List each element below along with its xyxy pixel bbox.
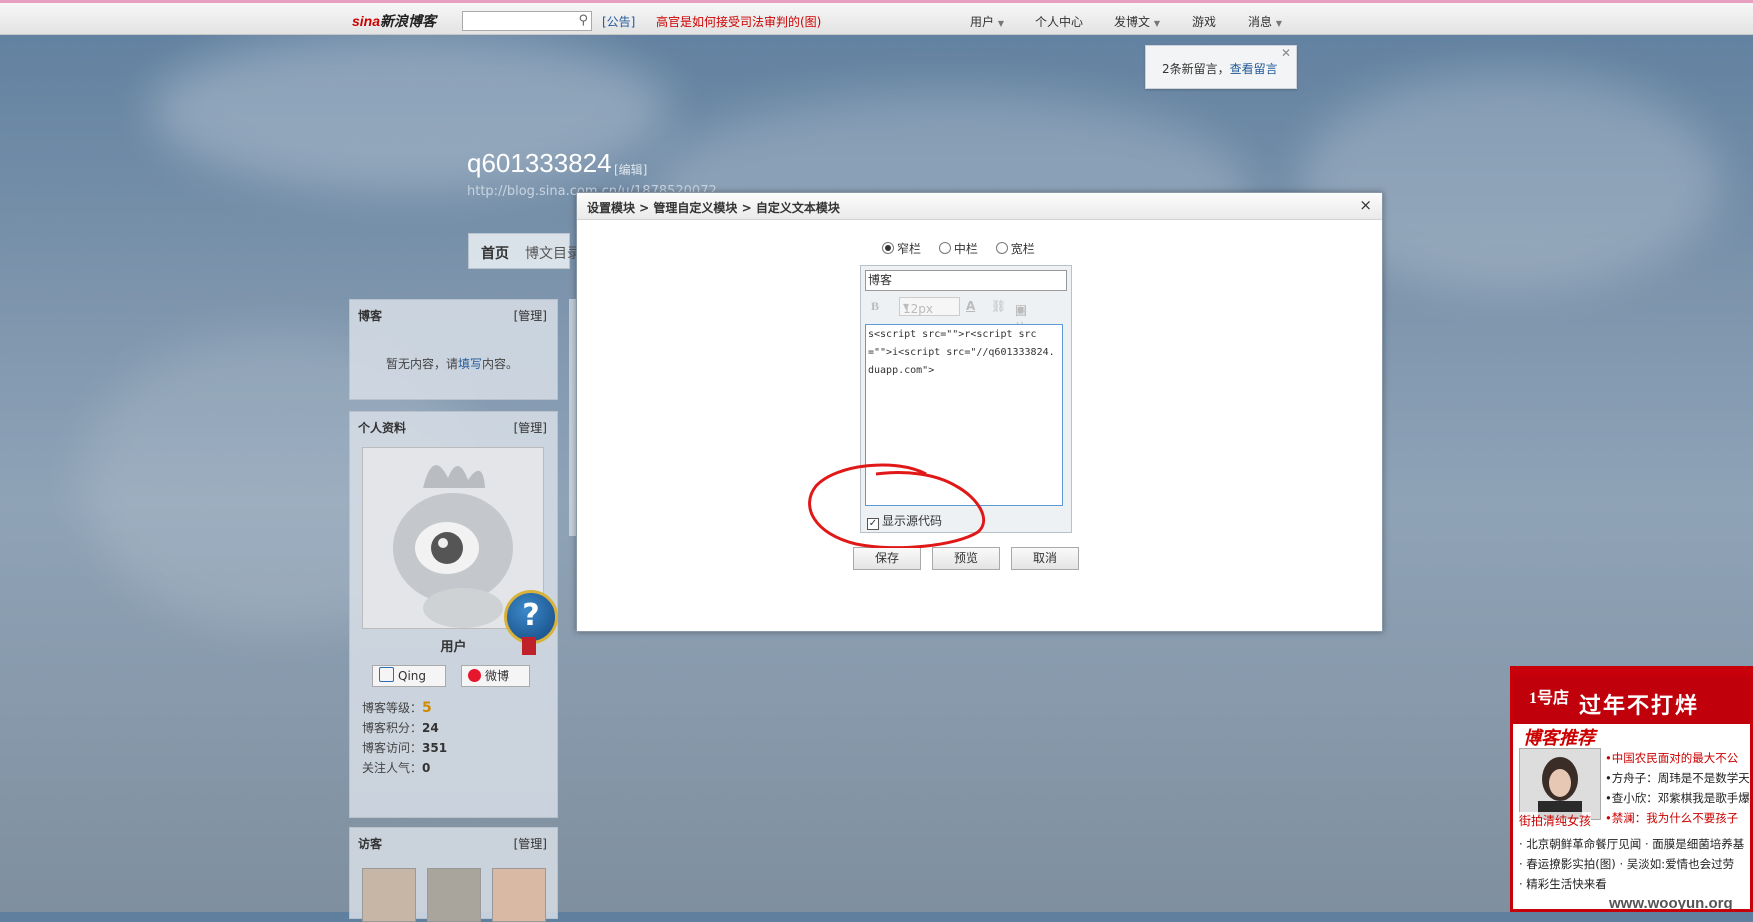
visitor-avatar[interactable] [492, 868, 546, 922]
manage-link[interactable]: [管理] [514, 835, 547, 852]
nav-messages[interactable]: 消息 ▼ [1248, 13, 1282, 30]
ad-photo-caption[interactable]: 街拍清纯女孩 [1519, 812, 1592, 829]
ad-logo: 1号店 [1529, 690, 1570, 707]
top-navigation-bar: sina新浪博客 ⚲ [公告] 高官是如何接受司法审判的(图) 用户 ▼ 个人中… [0, 3, 1753, 35]
blog-title: q601333824 [467, 148, 612, 178]
ad-link[interactable]: · 精彩生活快来看 [1519, 876, 1607, 892]
headline-link[interactable]: 高官是如何接受司法审判的(图) [656, 13, 821, 30]
ad-link[interactable]: •查小欣：邓紫棋我是歌手爆 [1605, 790, 1750, 806]
nav-games[interactable]: 游戏 [1192, 13, 1216, 30]
editor-toolbar: B 12px ▾ A ⛓ ▣图片 [871, 297, 1028, 335]
ad-link[interactable]: · 春运撩影实拍(图) · 吴淡如:爱情也会过劳 [1519, 856, 1734, 872]
tab-home[interactable]: 首页 [481, 243, 509, 263]
dialog-header: 设置模块 > 管理自定义模块 > 自定义文本模块 × [577, 193, 1382, 220]
ad-header: 1号店 过年不打烊 [1513, 676, 1750, 724]
qing-button[interactable]: Qing [372, 665, 446, 687]
stat-blog-level: 博客等级：5 [362, 700, 432, 716]
width-options: 窄栏 中栏 宽栏 [882, 240, 1049, 257]
profile-username: 用户 [440, 640, 467, 655]
new-message-popup: ✕ 2条新留言，查看留言 [1145, 45, 1297, 89]
stat-blog-points: 博客积分：24 [362, 721, 439, 735]
ad-banner[interactable]: 1号店 过年不打烊 博客推荐 街拍清纯女孩 •中国农民面对的最大不公 •方舟子：… [1510, 673, 1753, 912]
bold-icon[interactable]: B [871, 299, 879, 314]
red-circle-annotation [808, 463, 985, 548]
panel-title: 个人资料 [358, 421, 407, 435]
nav-personal-center[interactable]: 个人中心 [1035, 13, 1083, 30]
weibo-button[interactable]: 微博 [461, 665, 530, 687]
edit-title-link[interactable]: [编辑] [614, 161, 647, 178]
sina-blog-logo[interactable]: sina新浪博客 [352, 11, 436, 31]
save-button[interactable]: 保存 [853, 547, 921, 570]
nav-write-post[interactable]: 发博文 ▼ [1114, 13, 1160, 30]
font-size-select[interactable]: 12px ▾ [899, 297, 960, 316]
ad-link[interactable]: •中国农民面对的最大不公 [1605, 750, 1738, 766]
fill-content-link[interactable]: 填写 [458, 357, 482, 371]
nav-user[interactable]: 用户 ▼ [970, 13, 1004, 30]
ad-link[interactable]: •禁澜：我为什么不要孩子 [1605, 810, 1738, 826]
manage-link[interactable]: [管理] [514, 307, 547, 324]
radio-icon [938, 242, 951, 254]
blog-tabs: 首页 博文目录 [468, 233, 581, 269]
blog-panel: 博客 [管理] 暂无内容，请填写内容。 [349, 299, 558, 400]
font-color-icon[interactable]: A [966, 299, 975, 313]
ad-title: 过年不打烊 [1579, 694, 1700, 719]
radio-medium[interactable]: 中栏 [938, 240, 978, 257]
stat-followers: 关注人气：0 [362, 761, 431, 775]
tab-article-list[interactable]: 博文目录 [525, 243, 581, 263]
visitor-avatar[interactable] [427, 868, 481, 922]
radio-selected-icon [882, 242, 894, 254]
radio-narrow[interactable]: 窄栏 [882, 240, 921, 257]
message-count-text: 2条新留言， [1162, 62, 1230, 76]
link-icon[interactable]: ⛓ [991, 299, 1006, 313]
search-input[interactable]: ⚲ [462, 11, 592, 31]
ad-link[interactable]: •方舟子：周玮是不是数学天 [1605, 770, 1750, 786]
preview-button[interactable]: 预览 [932, 547, 1000, 570]
radio-icon [995, 242, 1008, 254]
module-title-input[interactable]: 博客 [865, 270, 1067, 291]
stat-blog-visits: 博客访问：351 [362, 741, 448, 755]
visitor-avatar[interactable] [362, 868, 416, 922]
breadcrumb: 设置模块 > 管理自定义模块 > 自定义文本模块 [587, 201, 840, 215]
notice-link[interactable]: [公告] [602, 13, 635, 30]
ad-photo[interactable] [1519, 748, 1601, 820]
weibo-icon [468, 669, 481, 682]
profile-panel: 个人资料 [管理] ? 用户 Qing 微博 博客等级：5 博客积分：24 博客… [349, 411, 558, 818]
empty-content-text: 暂无内容，请填写内容。 [386, 357, 519, 371]
visitor-panel: 访客 [管理] [349, 827, 558, 922]
custom-text-module-dialog: 设置模块 > 管理自定义模块 > 自定义文本模块 × 窄栏 中栏 宽栏 博客 B… [576, 192, 1383, 632]
qing-icon [379, 667, 394, 682]
cancel-button[interactable]: 取消 [1011, 547, 1079, 570]
chevron-down-icon: ▼ [1153, 19, 1160, 28]
ad-subtitle: 博客推荐 [1523, 728, 1595, 749]
ad-link[interactable]: · 北京朝鲜革命餐厅见闻 · 面膜是细菌培养基 [1519, 836, 1744, 852]
close-icon[interactable]: ✕ [1281, 46, 1291, 60]
manage-link[interactable]: [管理] [514, 419, 547, 436]
close-icon[interactable]: × [1359, 196, 1372, 214]
panel-title: 访客 [358, 837, 383, 851]
watermark: www.wooyun.org [1609, 895, 1733, 912]
view-messages-link[interactable]: 查看留言 [1230, 62, 1278, 76]
radio-wide[interactable]: 宽栏 [995, 240, 1035, 257]
chevron-down-icon: ▼ [997, 19, 1004, 28]
chevron-down-icon: ▼ [1275, 19, 1282, 28]
search-icon[interactable]: ⚲ [578, 13, 588, 28]
panel-title: 博客 [358, 309, 383, 323]
